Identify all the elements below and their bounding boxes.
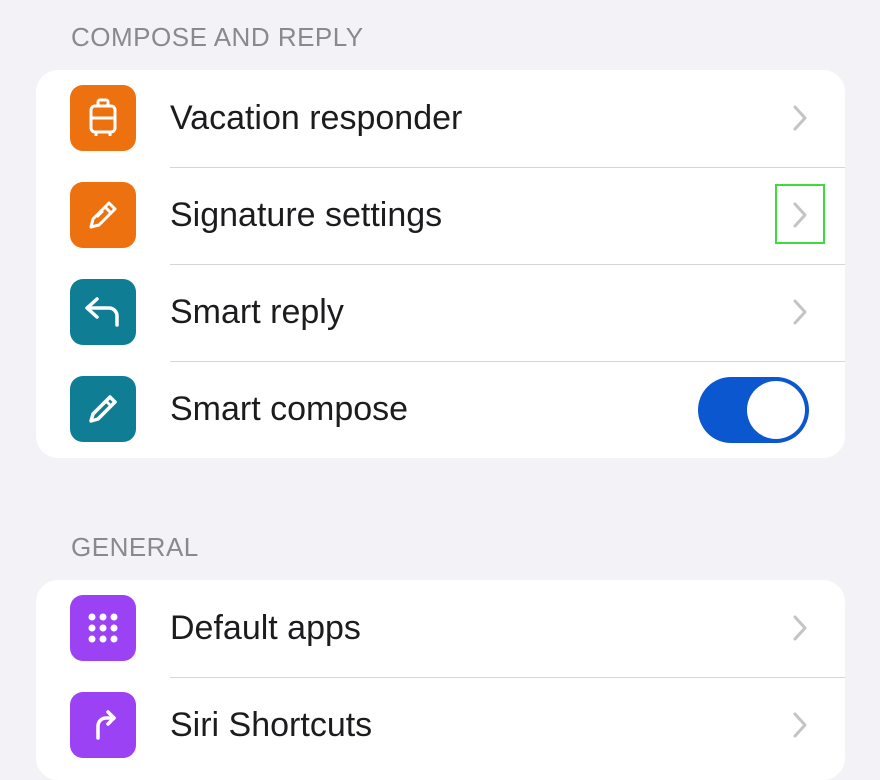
settings-row-label: Smart compose [170, 390, 409, 428]
settings-row-smart-compose: Smart compose [36, 361, 845, 458]
toggle-knob [747, 381, 805, 439]
compose-and-reply-group: Vacation responder Signature settings Sm… [36, 70, 845, 458]
reply-arrow-icon [70, 279, 136, 345]
smart-compose-toggle[interactable] [698, 377, 809, 443]
settings-row-label: Siri Shortcuts [170, 706, 373, 744]
settings-row-default-apps[interactable]: Default apps [36, 580, 845, 677]
signature-pen-icon [70, 182, 136, 248]
settings-row-label: Signature settings [170, 196, 443, 234]
pencil-icon [70, 376, 136, 442]
settings-row-label: Default apps [170, 609, 361, 647]
chevron-right-icon [788, 612, 812, 644]
section-header-general: GENERAL [71, 532, 199, 562]
settings-row-siri-shortcuts[interactable]: Siri Shortcuts [36, 677, 845, 774]
app-grid-icon [70, 595, 136, 661]
settings-row-smart-reply[interactable]: Smart reply [36, 264, 845, 361]
settings-row-vacation-responder[interactable]: Vacation responder [36, 70, 845, 167]
shortcut-icon [70, 692, 136, 758]
general-group: Default apps Siri Shortcuts [36, 580, 845, 780]
settings-row-signature-settings[interactable]: Signature settings [36, 167, 845, 264]
chevron-right-icon [788, 709, 812, 741]
chevron-right-icon [788, 102, 812, 134]
section-header-compose-and-reply: COMPOSE AND REPLY [71, 22, 364, 52]
suitcase-icon [70, 85, 136, 151]
focus-highlight [775, 184, 825, 244]
chevron-right-icon [788, 296, 812, 328]
settings-row-label: Smart reply [170, 293, 344, 331]
settings-row-label: Vacation responder [170, 99, 463, 137]
